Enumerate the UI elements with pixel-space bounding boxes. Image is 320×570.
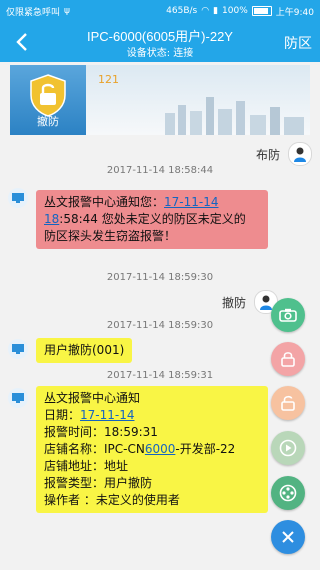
video-button[interactable] (271, 476, 305, 510)
shield-unlock-icon (30, 74, 66, 117)
message-text: 报警时间：18:59:31 (44, 425, 158, 439)
store-number-link[interactable]: 6000 (145, 442, 176, 456)
back-button[interactable] (10, 30, 34, 54)
monitor-icon (12, 344, 24, 354)
device-status: 设备状态: 连接 (126, 48, 194, 59)
system-avatar (8, 388, 28, 408)
message-time: 2017-11-14 18:59:31 (106, 370, 214, 381)
disarm-tile[interactable]: 撤防 (10, 65, 86, 135)
signal-icon: ▮ (213, 6, 219, 16)
network-speed: 465B/s (166, 6, 198, 16)
film-reel-icon (279, 484, 297, 502)
close-icon (282, 531, 294, 543)
page-title: IPC-6000(6005用户)-22Y (87, 29, 233, 44)
outgoing-message: 布防 (256, 142, 312, 166)
monitor-icon (12, 193, 24, 203)
message-text: 报警类型：用户撤防 (44, 476, 153, 490)
alarm-message-bubble: 丛文报警中心通知您：17-11-14 18:58:44 您处未定义的防区未定义的… (36, 190, 268, 249)
message-text: 店铺地址：地址 (44, 459, 129, 473)
system-avatar (8, 339, 28, 359)
wifi-icon: ◠ (201, 6, 210, 16)
time-link[interactable]: 18 (44, 212, 59, 226)
message-time: 2017-11-14 18:58:44 (106, 165, 214, 176)
tile-label: 撤防 (37, 115, 59, 128)
monitor-icon (12, 393, 24, 403)
message-text: -开发部-22 (175, 442, 236, 456)
carrier-text: 仅限紧急呼叫 (6, 7, 61, 18)
disarm-message-bubble: 用户撤防(001) (36, 338, 133, 363)
outgoing-message: 撤防 (222, 290, 278, 314)
person-icon (294, 147, 306, 162)
message-text: 布防 (255, 147, 280, 162)
message-text: 店铺名称：IPC-CN (44, 442, 145, 456)
disarm-button[interactable] (271, 386, 305, 420)
clock: 上午9:40 (275, 7, 314, 18)
message-text: 丛文报警中心通知 (44, 391, 141, 405)
status-bar: 仅限紧急呼叫 ψ 465B/s ◠ ▮ 100% 上午9:40 (0, 0, 320, 22)
notice-message-bubble: 丛文报警中心通知 日期：17-11-14 报警时间：18:59:31 店铺名称：… (36, 386, 268, 513)
usb-icon: ψ (64, 6, 70, 16)
camera-icon (279, 308, 297, 322)
city-skyline-image (165, 97, 304, 135)
playback-button[interactable] (271, 431, 305, 465)
message-text: 丛文报警中心通知您： (44, 195, 165, 209)
system-avatar (8, 188, 28, 208)
message-text: 操作者 ：未定义的使用者 (44, 493, 180, 507)
snapshot-button[interactable] (271, 298, 305, 332)
lock-icon (281, 352, 295, 367)
chevron-left-icon (16, 33, 27, 51)
date-link[interactable]: 17-11-14 (80, 408, 134, 422)
app-header: IPC-6000(6005用户)-22Y 设备状态: 连接 防区 (0, 22, 320, 62)
date-link[interactable]: 17-11-14 (164, 195, 218, 209)
user-avatar (288, 142, 312, 166)
message-text: 日期： (44, 408, 81, 422)
message-text: 撤防 (221, 295, 246, 310)
close-menu-button[interactable] (271, 520, 305, 554)
unlock-icon (281, 395, 295, 411)
banner-number: 121 (98, 73, 119, 86)
battery-icon (251, 6, 272, 16)
arm-button[interactable] (271, 342, 305, 376)
message-time: 2017-11-14 18:59:30 (106, 272, 214, 283)
battery-level: 100% (222, 6, 248, 16)
device-banner[interactable]: 撤防 121 (10, 65, 310, 135)
zone-button[interactable]: 防区 (284, 33, 312, 53)
message-text: :58:44 您处未定义的防区未定义的 (59, 212, 246, 226)
play-icon (279, 439, 297, 457)
message-text: 防区探头发生窃盗报警！ (44, 229, 177, 243)
